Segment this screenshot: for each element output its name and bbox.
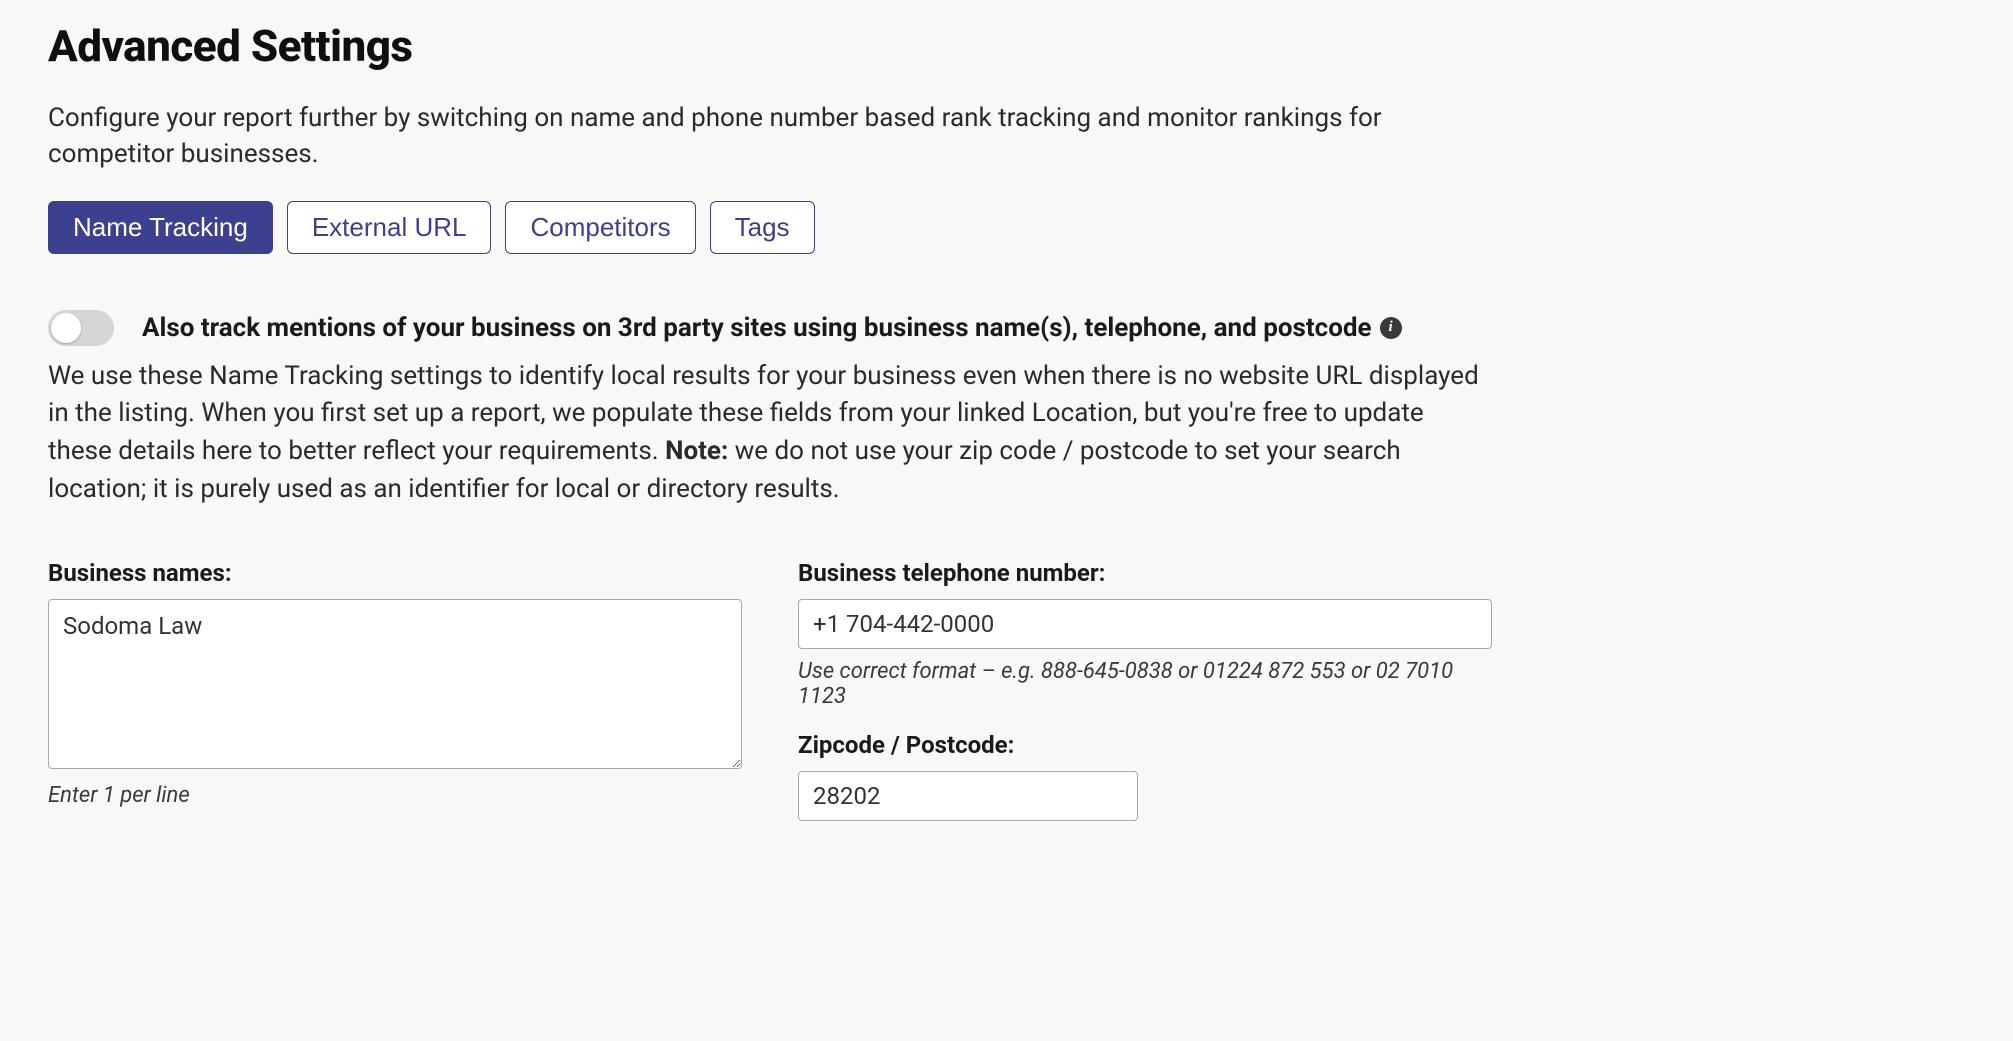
- explanation-note-label: Note:: [665, 436, 728, 466]
- zipcode-label: Zipcode / Postcode:: [798, 731, 1492, 759]
- toggle-label: Also track mentions of your business on …: [142, 313, 1402, 343]
- page-title: Advanced Settings: [48, 20, 1965, 72]
- form-col-right: Business telephone number: Use correct f…: [798, 559, 1492, 821]
- business-names-input[interactable]: Sodoma Law: [48, 599, 742, 769]
- tab-tags[interactable]: Tags: [710, 201, 815, 254]
- telephone-hint: Use correct format – e.g. 888-645-0838 o…: [798, 659, 1492, 709]
- explanation-text: We use these Name Tracking settings to i…: [48, 358, 1488, 509]
- toggle-row: Also track mentions of your business on …: [48, 310, 1965, 346]
- tab-name-tracking[interactable]: Name Tracking: [48, 201, 273, 254]
- toggle-label-text: Also track mentions of your business on …: [142, 313, 1372, 343]
- business-names-hint: Enter 1 per line: [48, 783, 742, 808]
- form-grid: Business names: Sodoma Law Enter 1 per l…: [48, 559, 1492, 821]
- telephone-label: Business telephone number:: [798, 559, 1492, 587]
- form-col-left: Business names: Sodoma Law Enter 1 per l…: [48, 559, 742, 821]
- tabs: Name Tracking External URL Competitors T…: [48, 201, 1965, 254]
- tab-competitors[interactable]: Competitors: [505, 201, 695, 254]
- telephone-input[interactable]: [798, 599, 1492, 649]
- tab-external-url[interactable]: External URL: [287, 201, 492, 254]
- zipcode-input[interactable]: [798, 771, 1138, 821]
- toggle-knob: [51, 313, 81, 343]
- business-names-label: Business names:: [48, 559, 742, 587]
- info-icon[interactable]: i: [1380, 317, 1402, 339]
- page-description: Configure your report further by switchi…: [48, 100, 1488, 173]
- track-mentions-toggle[interactable]: [48, 310, 114, 346]
